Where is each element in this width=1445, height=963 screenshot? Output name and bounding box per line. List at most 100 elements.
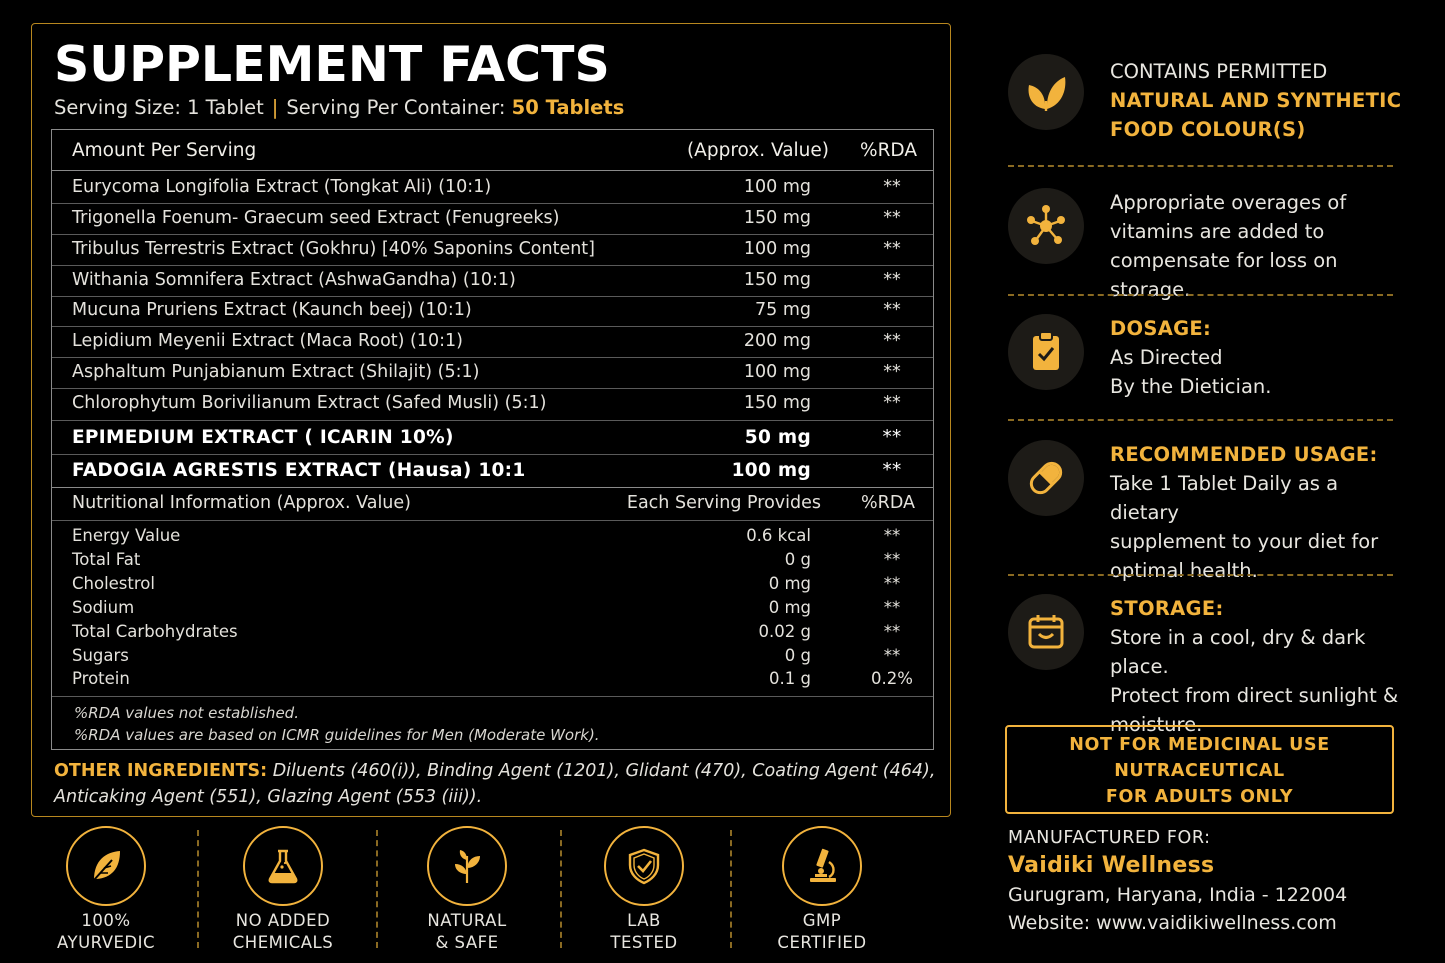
badge-no-chemicals: NO ADDED CHEMICALS: [203, 826, 363, 954]
warning-line: NOT FOR MEDICINAL USE: [1069, 735, 1330, 755]
nutrient-name: Sugars: [72, 646, 129, 665]
divider: [52, 420, 933, 421]
manufacturer-label: MANUFACTURED FOR:: [1008, 828, 1211, 848]
badge-label-line: TESTED: [610, 933, 678, 952]
header-amount: Amount Per Serving: [72, 140, 257, 161]
info-title: FOOD COLOUR(S): [1110, 118, 1306, 141]
badge-label-line: AYURVEDIC: [56, 933, 156, 952]
ingredient-value: 100 mg: [731, 460, 811, 481]
ingredient-name: Lepidium Meyenii Extract (Maca Root) (10…: [72, 331, 464, 351]
badge-divider: [730, 830, 732, 948]
nutrient-rda: 0.2%: [871, 669, 913, 688]
nutrient-rda: **: [883, 574, 901, 593]
shield-check-icon: [628, 848, 660, 885]
ingredient-value: 150 mg: [743, 393, 811, 413]
ingredient-rda: **: [882, 427, 902, 448]
ingredient-value: 100 mg: [743, 362, 811, 382]
header-rda: %RDA: [860, 140, 918, 161]
info-text: STORAGE: Store in a cool, dry & dark pla…: [1110, 594, 1410, 739]
badge-lab-tested: LAB TESTED: [564, 826, 724, 954]
divider: [52, 170, 933, 171]
info-title: STORAGE:: [1110, 597, 1224, 620]
ingredient-rda: **: [883, 239, 901, 259]
nutrition-header-rda: %RDA: [861, 493, 915, 513]
ingredient-rda: **: [883, 393, 901, 413]
nutrient-value: 0.1 g: [769, 669, 811, 688]
ingredient-value: 100 mg: [743, 239, 811, 259]
ingredient-rda: **: [883, 208, 901, 228]
flask-icon: [268, 849, 298, 884]
info-line: By the Dietician.: [1110, 375, 1272, 398]
nutrient-value: 0 g: [784, 646, 811, 665]
nutrient-name: Total Carbohydrates: [72, 622, 238, 641]
badge-circle: [66, 826, 146, 906]
badge-circle: [427, 826, 507, 906]
badge-label-line: NO ADDED: [235, 911, 331, 930]
manufacturer-address: Gurugram, Haryana, India - 122004: [1008, 884, 1348, 906]
leaves-icon: [1028, 77, 1066, 111]
ingredient-value: 200 mg: [743, 331, 811, 351]
ingredient-rda: **: [883, 177, 901, 197]
info-line: Appropriate overages of: [1110, 191, 1347, 214]
section-divider: [1008, 165, 1393, 167]
divider: [52, 357, 933, 358]
badge-circle: [604, 826, 684, 906]
facts-title: SUPPLEMENT FACTS: [54, 36, 610, 93]
divider: [52, 696, 933, 697]
ingredient-name: EPIMEDIUM EXTRACT ( ICARIN 10%): [72, 427, 454, 448]
badge-natural-safe: NATURAL & SAFE: [387, 826, 547, 954]
nutrient-value: 0 mg: [768, 598, 811, 617]
divider: [52, 296, 933, 297]
section-divider: [1008, 419, 1393, 421]
divider: [52, 454, 933, 455]
herb-icon: [455, 850, 480, 883]
badge-divider: [197, 830, 199, 948]
badge-ayurvedic: 100% AYURVEDIC: [26, 826, 186, 954]
nutrition-header-label: Nutritional Information (Approx. Value): [72, 493, 411, 513]
nutrient-value: 0 g: [784, 550, 811, 569]
info-icon-circle: [1008, 440, 1084, 516]
badge-label-line: NATURAL: [427, 911, 507, 930]
ingredient-name: Trigonella Foenum- Graecum seed Extract …: [72, 208, 560, 228]
ingredient-value: 150 mg: [743, 208, 811, 228]
nutrient-rda: **: [883, 598, 901, 617]
nutrient-name: Sodium: [72, 598, 135, 617]
ingredient-value: 75 mg: [755, 300, 811, 320]
nutrient-value: 0.02 g: [758, 622, 811, 641]
ingredient-value: 50 mg: [744, 427, 811, 448]
divider: [52, 203, 933, 204]
ingredient-rda: **: [883, 331, 901, 351]
table-footnotes: %RDA values not established. %RDA values…: [74, 702, 600, 746]
footnote: %RDA values are based on ICMR guidelines…: [74, 726, 600, 744]
info-icon-circle: [1008, 314, 1084, 390]
footnote: %RDA values not established.: [74, 704, 299, 722]
info-title: RECOMMENDED USAGE:: [1110, 443, 1378, 466]
warning-line: NUTRACEUTICAL: [1114, 761, 1285, 781]
divider: [52, 487, 933, 488]
badge-divider: [560, 830, 562, 948]
badge-circle: [782, 826, 862, 906]
other-ingredients-text: Anticaking Agent (551), Glazing Agent (5…: [54, 787, 483, 807]
info-line: Protect from direct sunlight &: [1110, 684, 1399, 707]
badge-label-line: GMP: [802, 911, 842, 930]
info-text: RECOMMENDED USAGE: Take 1 Tablet Daily a…: [1110, 440, 1410, 585]
other-ingredients: OTHER INGREDIENTS: Diluents (460(i)), Bi…: [54, 758, 944, 810]
ingredient-value: 100 mg: [743, 177, 811, 197]
badge-label: NATURAL & SAFE: [387, 910, 547, 954]
leaf-icon: [93, 851, 120, 881]
info-line: Store in a cool, dry & dark place.: [1110, 626, 1366, 678]
info-text: DOSAGE: As Directed By the Dietician.: [1110, 314, 1410, 401]
nutrient-rda: **: [883, 622, 901, 641]
ingredient-value: 150 mg: [743, 270, 811, 290]
nutrition-header-provides: Each Serving Provides: [626, 493, 821, 513]
supplement-facts-panel: SUPPLEMENT FACTS Serving Size: 1 Tablet |…: [31, 23, 951, 817]
info-text: CONTAINS PERMITTED NATURAL AND SYNTHETIC…: [1110, 57, 1410, 144]
divider: [52, 265, 933, 266]
info-line: Take 1 Tablet Daily as a dietary: [1110, 472, 1339, 524]
serving-separator: |: [271, 96, 279, 119]
badge-divider: [376, 830, 378, 948]
clipboard-check-icon: [1033, 331, 1059, 370]
ingredient-name: Tribulus Terrestris Extract (Gokhru) [40…: [72, 239, 595, 259]
info-title: DOSAGE:: [1110, 317, 1212, 340]
badge-label: 100% AYURVEDIC: [26, 910, 186, 954]
